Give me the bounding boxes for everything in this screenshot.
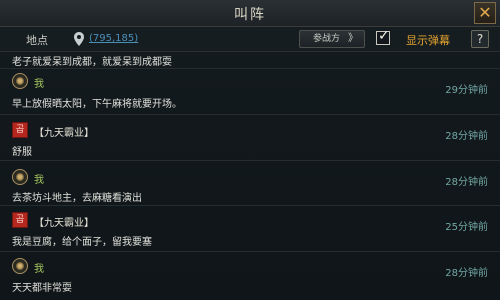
- location-coords-link[interactable]: (795,185): [89, 33, 138, 44]
- message-time: 28分钟前: [445, 177, 488, 188]
- camp-button-label: 参战方: [313, 34, 341, 44]
- window-title: 叫阵: [234, 7, 266, 23]
- message-time: 28分钟前: [445, 268, 488, 279]
- message-time: 28分钟前: [445, 131, 488, 142]
- avatar[interactable]: [12, 73, 28, 89]
- guild-name[interactable]: 【九天霸业】: [34, 124, 94, 139]
- sender-name[interactable]: 我: [34, 171, 44, 186]
- toolbar: 地点 (795,185) 参战方 》 ✓ 显示弹幕 ?: [0, 27, 500, 52]
- message-time: 25分钟前: [445, 222, 488, 233]
- avatar[interactable]: [12, 258, 28, 274]
- sender-name[interactable]: 我: [34, 260, 44, 275]
- message-time: 29分钟前: [445, 85, 488, 96]
- danmu-label[interactable]: 显示弹幕: [406, 32, 450, 48]
- chat-panel: 叫阵 ✕ 地点 (795,185) 参战方 》 ✓ 显示弹幕 ? 老子就爱呆到成…: [0, 0, 500, 300]
- avatar[interactable]: 곱: [12, 212, 28, 228]
- location-pin-icon: [74, 32, 84, 46]
- guild-name[interactable]: 【九天霸业】: [34, 214, 94, 229]
- list-item: 곱 【九天霸业】 25分钟前 我是豆腐，给个面子，留我要塞: [0, 206, 500, 252]
- help-button[interactable]: ?: [471, 30, 489, 48]
- chevron-right-icon: 》: [348, 33, 358, 44]
- message-text: 早上放假晒太阳，下午麻将就要开场。: [12, 99, 182, 110]
- list-item: 곱 【九天霸业】 28分钟前 舒服: [0, 115, 500, 161]
- avatar[interactable]: 곱: [12, 122, 28, 138]
- avatar[interactable]: [12, 169, 28, 185]
- camp-select-button[interactable]: 参战方 》: [299, 30, 365, 48]
- list-item: 老子就爱呆到成都，就爱呆到成都耍: [0, 52, 500, 69]
- location-label: 地点: [26, 34, 48, 47]
- list-item: 我 29分钟前 早上放假晒太阳，下午麻将就要开场。: [0, 69, 500, 115]
- message-text: 天天都非常耍: [12, 283, 72, 294]
- message-text: 我是豆腐，给个面子，留我要塞: [12, 237, 152, 248]
- danmu-checkbox[interactable]: ✓: [376, 28, 390, 45]
- title-bar: 叫阵 ✕: [0, 0, 500, 27]
- message-list[interactable]: 老子就爱呆到成都，就爱呆到成都耍 我 29分钟前 早上放假晒太阳，下午麻将就要开…: [0, 52, 500, 300]
- message-text: 舒服: [12, 147, 32, 158]
- message-text: 老子就爱呆到成都，就爱呆到成都耍: [12, 57, 172, 68]
- sender-name[interactable]: 我: [34, 75, 44, 90]
- close-icon: ✕: [478, 3, 492, 22]
- close-button[interactable]: ✕: [474, 2, 496, 24]
- message-text: 去茶坊斗地主，去麻糖看演出: [12, 193, 142, 204]
- list-item: 我 28分钟前 去茶坊斗地主，去麻糖看演出: [0, 161, 500, 206]
- checkmark-icon: ✓: [378, 28, 390, 44]
- list-item: 我 28分钟前 天天都非常耍: [0, 252, 500, 300]
